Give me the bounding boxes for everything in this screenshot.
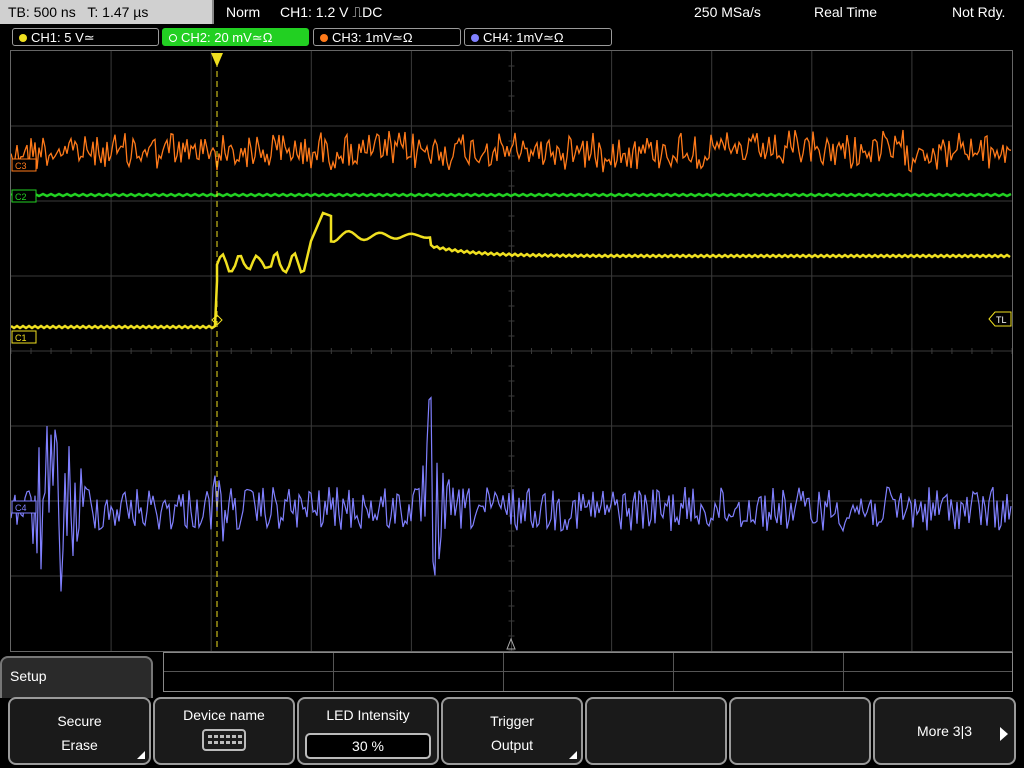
- measurement-cell: [844, 653, 1012, 691]
- secure-erase-line1: Secure: [57, 713, 102, 729]
- ch2-color-dot: [169, 34, 177, 42]
- device-name-button[interactable]: Device name: [153, 697, 295, 765]
- measurement-cell: [164, 653, 334, 691]
- ch3-color-dot: [320, 34, 328, 42]
- tab-ch1[interactable]: CH1: 5 V≃: [12, 28, 159, 46]
- trigger-output-button[interactable]: Trigger Output: [441, 697, 583, 765]
- secure-erase-line2: Erase: [61, 737, 98, 753]
- keyboard-icon: [202, 729, 246, 751]
- ch3-ground-marker: C3: [11, 158, 37, 172]
- trigger-time-value: T: 1.47 µs: [87, 4, 149, 20]
- trigger-position-marker-icon: [211, 53, 223, 67]
- timebase-box[interactable]: TB: 500 ns T: 1.47 µs: [0, 0, 214, 24]
- ch2-marker-label: C2: [15, 192, 27, 202]
- more-label: More 3|3: [917, 723, 972, 739]
- arrow-right-icon: [1000, 727, 1008, 741]
- led-intensity-label: LED Intensity: [326, 707, 410, 723]
- trigger-output-line2: Output: [490, 737, 534, 753]
- softkey-6-empty[interactable]: [729, 697, 871, 765]
- measurement-table: [163, 652, 1013, 692]
- measurement-cell: [504, 653, 674, 691]
- sample-rate: 250 MSa/s: [694, 4, 761, 20]
- ch4-marker-label: C4: [15, 503, 27, 513]
- tab-ch2[interactable]: CH2: 20 mV≃Ω: [162, 28, 309, 46]
- measurement-cell: [334, 653, 504, 691]
- menu-title-setup: Setup: [0, 656, 153, 698]
- device-name-label: Device name: [183, 707, 265, 723]
- ch2-ground-marker: C2: [11, 189, 37, 203]
- status-bar: TB: 500 ns T: 1.47 µs Norm CH1: 1.2 V ⎍D…: [0, 0, 1024, 24]
- tab-ch1-label: CH1: 5 V≃: [31, 30, 95, 45]
- softkey-5-empty[interactable]: [585, 697, 727, 765]
- graticule-grid: [11, 51, 1012, 651]
- tab-ch3-label: CH3: 1mV≃Ω: [332, 30, 413, 45]
- trigger-level-marker: TL: [988, 311, 1012, 327]
- submenu-corner-icon: [137, 751, 145, 759]
- led-intensity-value[interactable]: 30 %: [305, 733, 431, 759]
- trigger-mode[interactable]: Norm: [226, 0, 260, 24]
- ready-state: Not Rdy.: [952, 4, 1006, 20]
- acquisition-mode: Real Time: [814, 4, 878, 20]
- tab-ch2-label: CH2: 20 mV≃Ω: [181, 30, 273, 45]
- waveform-display[interactable]: C3 C2 C1 C4 TL: [10, 50, 1013, 652]
- secure-erase-button[interactable]: Secure Erase: [8, 697, 151, 765]
- submenu-corner-icon: [569, 751, 577, 759]
- ch4-color-dot: [471, 34, 479, 42]
- timebase-value: TB: 500 ns: [8, 4, 76, 20]
- waveform-canvas: C3 C2 C1 C4 TL: [11, 51, 1012, 651]
- more-button[interactable]: More 3|3: [873, 697, 1016, 765]
- ch1-trace: [11, 211, 1011, 330]
- ch4-ground-marker: C4: [11, 500, 37, 514]
- tab-ch4-label: CH4: 1mV≃Ω: [483, 30, 564, 45]
- measurement-cell: [674, 653, 844, 691]
- trigger-level-label: TL: [996, 315, 1007, 325]
- ch1-ground-marker: C1: [11, 330, 37, 344]
- trigger-info[interactable]: CH1: 1.2 V ⎍DC: [280, 0, 382, 24]
- tab-ch3[interactable]: CH3: 1mV≃Ω: [313, 28, 461, 46]
- ch1-color-dot: [19, 34, 27, 42]
- ch1-marker-label: C1: [15, 333, 27, 343]
- tab-ch4[interactable]: CH4: 1mV≃Ω: [464, 28, 612, 46]
- led-intensity-button[interactable]: LED Intensity 30 %: [297, 697, 439, 765]
- ch3-marker-label: C3: [15, 161, 27, 171]
- trigger-output-line1: Trigger: [490, 713, 534, 729]
